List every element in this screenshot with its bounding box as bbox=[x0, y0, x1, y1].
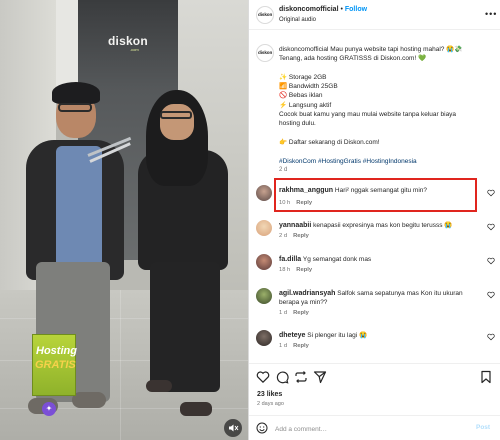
comment-meta: 18 h Reply bbox=[279, 267, 312, 273]
caption-line bbox=[279, 147, 495, 156]
post-modal: diskon .com Hosting GRATIS ✦ diskon disk… bbox=[0, 0, 500, 440]
avatar-logo-text: diskon bbox=[258, 50, 273, 55]
avatar[interactable]: diskon bbox=[256, 44, 274, 62]
heart-icon[interactable] bbox=[256, 370, 270, 384]
avatar[interactable]: diskon bbox=[256, 6, 274, 24]
comment-text: fa.dilla Yg semangat donk mas bbox=[279, 256, 372, 263]
bookmark-icon[interactable] bbox=[479, 370, 493, 384]
follow-button[interactable]: Follow bbox=[345, 6, 367, 13]
comment-meta: 2 d Reply bbox=[279, 233, 309, 239]
comment-meta: 1 d Reply bbox=[279, 310, 309, 316]
comment-age: 18 h bbox=[279, 267, 291, 273]
caption-line: Cocok buat kamu yang mau mulai website t… bbox=[279, 111, 457, 119]
person-left-cap bbox=[52, 82, 100, 104]
caption-age: 2 d bbox=[279, 166, 288, 173]
heart-icon[interactable] bbox=[487, 223, 495, 231]
comment-meta: 1 d Reply bbox=[279, 343, 309, 349]
person-right-shoe bbox=[146, 380, 172, 392]
avatar[interactable] bbox=[256, 254, 272, 270]
likes-count[interactable]: 23 likes bbox=[257, 391, 282, 398]
book-title: Hosting bbox=[36, 345, 77, 357]
caption-line: ⚡ Langsung aktif bbox=[279, 101, 332, 109]
post-video[interactable]: diskon .com Hosting GRATIS ✦ bbox=[0, 0, 248, 440]
person-right-face bbox=[160, 104, 194, 140]
audio-label[interactable]: Original audio bbox=[279, 17, 316, 23]
person-left-shoe bbox=[72, 392, 106, 408]
speaker-muted-icon[interactable] bbox=[224, 419, 242, 437]
caption-username[interactable]: diskoncomofficial bbox=[279, 46, 328, 53]
posted-time: 2 days ago bbox=[257, 401, 284, 407]
post-actions-bar: 23 likes 2 days ago Post bbox=[249, 363, 500, 440]
comments-scroll-area[interactable]: diskon diskoncomofficial Mau punya websi… bbox=[249, 31, 500, 363]
avatar[interactable] bbox=[256, 220, 272, 236]
comment-item: fa.dilla Yg semangat donk mas 18 h Reply bbox=[249, 253, 500, 285]
repost-icon[interactable] bbox=[294, 370, 308, 384]
comment-age: 1 d bbox=[279, 310, 288, 316]
avatar-logo-text: diskon bbox=[258, 12, 273, 17]
comment-bubble-icon[interactable] bbox=[275, 370, 289, 384]
comment-input[interactable] bbox=[275, 422, 465, 436]
store-sign-sub: .com bbox=[130, 47, 139, 52]
post-side-panel: diskon diskoncomofficial • Follow Origin… bbox=[248, 0, 500, 440]
sticker-icon: ✦ bbox=[42, 402, 56, 416]
highlight-box bbox=[274, 178, 477, 212]
heart-icon[interactable] bbox=[487, 257, 495, 265]
caption-line: diskoncomofficial Mau punya website tapi… bbox=[279, 46, 463, 53]
comment-item: dheteye Si plenger itu lagi 😭 1 d Reply bbox=[249, 329, 500, 361]
add-comment-row: Post bbox=[249, 415, 500, 440]
smiley-icon[interactable] bbox=[256, 422, 268, 434]
caption-line bbox=[279, 64, 495, 73]
comment-text: yannaabii kenapasii expresinya mas kon b… bbox=[279, 222, 453, 229]
person-left-shirt bbox=[56, 146, 102, 270]
post-comment-button[interactable]: Post bbox=[476, 424, 490, 431]
post-author-username[interactable]: diskoncomofficial bbox=[279, 6, 339, 13]
caption-line: 🚫 Bebas iklan bbox=[279, 92, 323, 100]
comment-username[interactable]: fa.dilla bbox=[279, 256, 301, 263]
caption-hashtags[interactable]: #DiskonCom #HostingGratis #HostingIndone… bbox=[279, 157, 495, 166]
heart-icon[interactable] bbox=[487, 333, 495, 341]
post-caption: diskoncomofficial Mau punya website tapi… bbox=[279, 45, 495, 175]
heart-icon[interactable] bbox=[487, 291, 495, 299]
paper-plane-icon[interactable] bbox=[313, 370, 327, 384]
header-title-row: diskoncomofficial • Follow bbox=[279, 6, 367, 13]
comment-username[interactable]: yannaabii bbox=[279, 222, 311, 229]
comment-text: agil.wadriansyah Salfok sama sepatunya m… bbox=[279, 290, 463, 306]
caption-line: Tenang, ada hosting GRATISSS di Diskon.c… bbox=[279, 55, 427, 63]
post-header: diskon diskoncomofficial • Follow Origin… bbox=[249, 0, 500, 30]
person-right-pants bbox=[150, 262, 220, 392]
book-title: GRATIS bbox=[35, 359, 76, 371]
store-sign: diskon bbox=[108, 34, 148, 48]
person-right-glasses bbox=[160, 111, 192, 119]
avatar[interactable] bbox=[256, 330, 272, 346]
avatar[interactable] bbox=[256, 185, 272, 201]
comment-username[interactable]: agil.wadriansyah bbox=[279, 290, 335, 297]
comment-username[interactable]: dheteye bbox=[279, 332, 305, 339]
comment-age: 1 d bbox=[279, 343, 288, 349]
comment-item: yannaabii kenapasii expresinya mas kon b… bbox=[249, 219, 500, 251]
person-right-shoe bbox=[180, 402, 212, 416]
reply-button[interactable]: Reply bbox=[293, 233, 309, 239]
reply-button[interactable]: Reply bbox=[293, 310, 309, 316]
caption-line: 👉 Daftar sekarang di Diskon.com! bbox=[279, 138, 380, 146]
more-options-icon[interactable]: ••• bbox=[485, 9, 497, 19]
hosting-gratis-book: Hosting GRATIS bbox=[32, 334, 77, 396]
reply-button[interactable]: Reply bbox=[293, 343, 309, 349]
caption-line: hosting dulu. bbox=[279, 120, 316, 128]
comment-item: agil.wadriansyah Salfok sama sepatunya m… bbox=[249, 287, 500, 329]
header-separator: • bbox=[340, 6, 343, 13]
person-left-glasses bbox=[58, 103, 92, 112]
caption-line bbox=[279, 129, 495, 138]
avatar[interactable] bbox=[256, 288, 272, 304]
caption-line: 📶 Bandwidth 25GB bbox=[279, 83, 338, 91]
caption-line: ✨ Storage 2GB bbox=[279, 73, 327, 81]
comment-age: 2 d bbox=[279, 233, 288, 239]
reply-button[interactable]: Reply bbox=[296, 267, 312, 273]
heart-icon[interactable] bbox=[487, 189, 495, 197]
comment-text: dheteye Si plenger itu lagi 😭 bbox=[279, 332, 368, 339]
